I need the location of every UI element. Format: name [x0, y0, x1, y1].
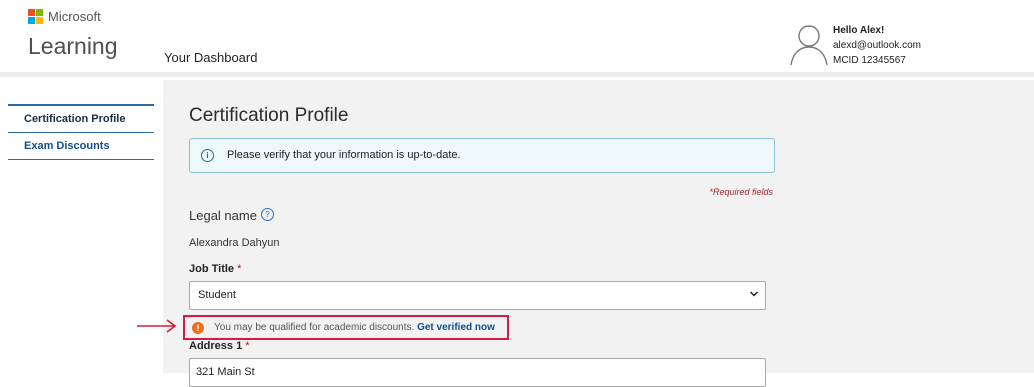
required-fields-note: *Required fields: [709, 187, 773, 197]
required-mark: *: [245, 340, 250, 352]
warning-icon: !: [192, 322, 204, 334]
legal-name-label: Legal name: [189, 208, 257, 223]
info-banner-text: Please verify that your information is u…: [227, 149, 461, 161]
info-banner: i Please verify that your information is…: [189, 138, 775, 173]
help-icon[interactable]: ?: [261, 208, 274, 221]
job-title-selected-value: Student: [198, 289, 236, 301]
sidebar-item-exam-discounts[interactable]: Exam Discounts: [8, 133, 154, 160]
academic-alert-text: You may be qualified for academic discou…: [214, 322, 415, 333]
job-title-label: Job Title *: [189, 263, 241, 275]
user-avatar-icon: [790, 25, 828, 66]
job-title-label-text: Job Title: [189, 263, 235, 275]
user-profile[interactable]: Hello Alex! alexd@outlook.com MCID 12345…: [789, 22, 1029, 66]
company-name: Microsoft: [48, 9, 101, 24]
header-divider: [0, 72, 1034, 77]
required-mark: *: [237, 263, 242, 275]
info-icon: i: [201, 149, 214, 162]
academic-alert-message: You may be qualified for academic discou…: [214, 322, 495, 333]
user-email: alexd@outlook.com: [833, 40, 921, 51]
user-greeting: Hello Alex!: [833, 25, 885, 36]
job-title-select[interactable]: Student: [189, 281, 766, 310]
main-panel: Certification Profile i Please verify th…: [163, 80, 1034, 387]
get-verified-link[interactable]: Get verified now: [417, 322, 495, 333]
dashboard-link[interactable]: Your Dashboard: [164, 50, 257, 65]
chevron-down-icon: [749, 291, 759, 297]
red-arrow-icon: [137, 319, 177, 333]
legal-name-value: Alexandra Dahyun: [189, 237, 280, 249]
microsoft-logo-icon: [28, 9, 43, 24]
address1-label: Address 1 *: [189, 340, 250, 352]
site-header: Microsoft Learning Your Dashboard Hello …: [0, 0, 1034, 72]
app-title[interactable]: Learning: [28, 33, 118, 60]
page-title: Certification Profile: [189, 105, 349, 126]
sidebar-item-certification-profile[interactable]: Certification Profile: [8, 104, 154, 133]
microsoft-logo[interactable]: Microsoft: [28, 9, 101, 24]
user-mcid: MCID 12345567: [833, 55, 906, 66]
sidebar: Certification Profile Exam Discounts: [8, 104, 154, 160]
academic-discount-alert: ! You may be qualified for academic disc…: [183, 315, 509, 340]
address1-label-text: Address 1: [189, 340, 243, 352]
user-info: Hello Alex! alexd@outlook.com MCID 12345…: [833, 23, 921, 68]
address1-value: 321 Main St: [196, 366, 255, 378]
